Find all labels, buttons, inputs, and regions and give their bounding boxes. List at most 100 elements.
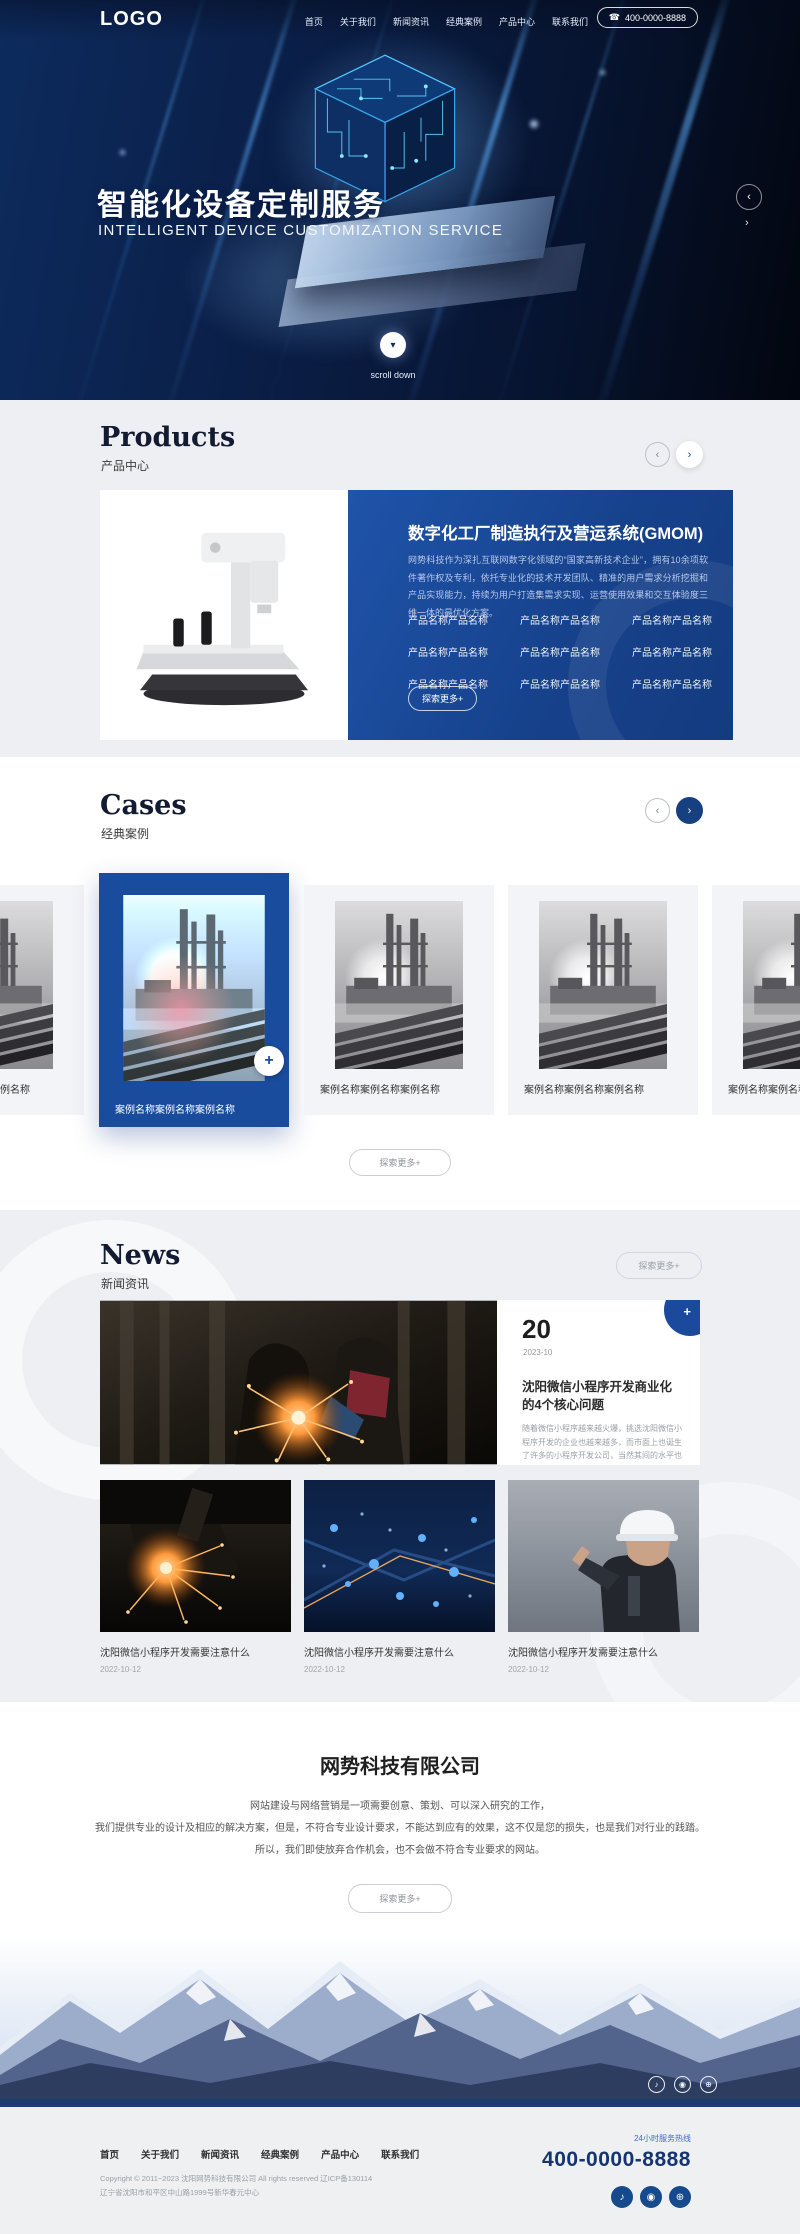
news-title-en: News	[100, 1240, 180, 1271]
footer-nav-products[interactable]: 产品中心	[321, 2147, 359, 2161]
douyin-icon[interactable]: ♪	[648, 2076, 665, 2093]
products-next-button[interactable]: ›	[676, 441, 703, 468]
product-link[interactable]: 产品名称产品名称	[520, 644, 632, 659]
cases-title-cn: 经典案例	[101, 825, 149, 842]
hero-next-button[interactable]: ›	[745, 217, 749, 229]
news-card-title: 沈阳微信小程序开发需要注意什么	[100, 1644, 291, 1659]
header-phone-button[interactable]: ☎ 400-0000-8888	[597, 7, 698, 28]
footer-nav-cases[interactable]: 经典案例	[261, 2147, 299, 2161]
product-name-grid: 产品名称产品名称 产品名称产品名称 产品名称产品名称 产品名称产品名称 产品名称…	[408, 612, 733, 691]
hero-prev-button[interactable]: ‹	[736, 184, 762, 210]
news-card-title: 沈阳微信小程序开发需要注意什么	[304, 1644, 495, 1659]
share-icon[interactable]: ⊕	[669, 2186, 691, 2208]
nav-item-products[interactable]: 产品中心	[499, 15, 535, 28]
plus-icon[interactable]: +	[683, 1304, 691, 1319]
case-card[interactable]: 案例名称案例名称案例名称	[0, 885, 84, 1115]
footer-nav-news[interactable]: 新闻资讯	[201, 2147, 239, 2161]
case-title: 案例名称案例名称案例名称	[728, 1081, 800, 1096]
case-card-active[interactable]: 案例名称案例名称案例名称 +	[99, 873, 289, 1127]
news-image	[508, 1480, 699, 1632]
footer-nav-about[interactable]: 关于我们	[141, 2147, 179, 2161]
scroll-down-button[interactable]: ▾	[380, 332, 406, 358]
header-phone-number: 400-0000-8888	[625, 13, 686, 23]
product-link[interactable]: 产品名称产品名称	[632, 676, 733, 691]
news-title-cn: 新闻资讯	[101, 1275, 149, 1292]
company-intro: 网站建设与网络营销是一项需要创意、策划、可以深入研究的工作， 我们提供专业的设计…	[0, 1796, 800, 1862]
nav-item-home[interactable]: 首页	[305, 15, 323, 28]
douyin-icon[interactable]: ♪	[611, 2186, 633, 2208]
plus-icon[interactable]: +	[254, 1046, 284, 1076]
featured-news-date: 2023-10	[523, 1348, 552, 1357]
share-icon[interactable]: ⊕	[700, 2076, 717, 2093]
mountain-social-icons: ♪ ◉ ⊕	[648, 2076, 717, 2093]
featured-news-image[interactable]	[100, 1300, 497, 1465]
intro-line: 网站建设与网络营销是一项需要创意、策划、可以深入研究的工作，	[0, 1796, 800, 1818]
cases-prev-button[interactable]: ‹	[645, 798, 670, 823]
product-link[interactable]: 产品名称产品名称	[632, 644, 733, 659]
cases-next-button[interactable]: ›	[676, 797, 703, 824]
product-name: 数字化工厂制造执行及营运系统(GMOM)	[408, 520, 703, 544]
news-card-date: 2022-10-12	[508, 1665, 699, 1674]
news-card[interactable]: 沈阳微信小程序开发需要注意什么 2022-10-12	[304, 1480, 495, 1674]
bokeh-dot	[530, 120, 538, 128]
flare-overlay	[126, 955, 236, 1065]
nav-item-cases[interactable]: 经典案例	[446, 15, 482, 28]
featured-news-day: 20	[522, 1314, 551, 1345]
chevron-left-icon: ‹	[747, 191, 751, 203]
products-section: Products 产品中心 ‹ › 数字化工厂制造执行及营运系统(GMOM) 网…	[0, 400, 800, 757]
intro-line: 我们提供专业的设计及相应的解决方案，但是，不符合专业设计要求，不能达到应有的效果…	[0, 1818, 800, 1840]
footer-nav: 首页 关于我们 新闻资讯 经典案例 产品中心 联系我们	[100, 2147, 419, 2161]
footer-nav-contact[interactable]: 联系我们	[381, 2147, 419, 2161]
case-card[interactable]: 案例名称案例名称案例名称	[712, 885, 800, 1115]
main-nav: 首页 关于我们 新闻资讯 经典案例 产品中心 联系我们	[305, 15, 588, 28]
news-section: News 新闻资讯 探索更多+ + 20 2023-10 沈阳微信小程序开发商业…	[0, 1210, 800, 1702]
bokeh-dot	[600, 70, 605, 75]
company-name: 网势科技有限公司	[0, 1750, 800, 1779]
product-link[interactable]: 产品名称产品名称	[632, 612, 733, 627]
news-card-title: 沈阳微信小程序开发需要注意什么	[508, 1644, 699, 1659]
case-title: 案例名称案例名称案例名称	[0, 1081, 30, 1096]
hero-section: LOGO 首页 关于我们 新闻资讯 经典案例 产品中心 联系我们 ☎ 400-0…	[0, 0, 800, 400]
footer-nav-home[interactable]: 首页	[100, 2147, 119, 2161]
mountain-image	[0, 1935, 800, 2099]
case-image	[728, 901, 800, 1069]
featured-news-title: 沈阳微信小程序开发商业化的4个核心问题	[522, 1378, 680, 1414]
about-more-button[interactable]: 探索更多+	[348, 1884, 452, 1913]
case-card[interactable]: 案例名称案例名称案例名称	[508, 885, 698, 1115]
featured-news-card[interactable]: + 20 2023-10 沈阳微信小程序开发商业化的4个核心问题 随着微信小程序…	[497, 1300, 700, 1465]
product-link[interactable]: 产品名称产品名称	[520, 676, 632, 691]
products-more-button[interactable]: 探索更多+	[408, 686, 477, 711]
hotline-label: 24小时服务热线	[634, 2133, 691, 2144]
nav-item-about[interactable]: 关于我们	[340, 15, 376, 28]
site-logo[interactable]: LOGO	[100, 8, 163, 31]
news-card[interactable]: 沈阳微信小程序开发需要注意什么 2022-10-12	[100, 1480, 291, 1674]
product-link[interactable]: 产品名称产品名称	[408, 644, 520, 659]
product-link[interactable]: 产品名称产品名称	[520, 612, 632, 627]
weibo-icon[interactable]: ◉	[674, 2076, 691, 2093]
product-image-panel[interactable]	[100, 490, 348, 740]
about-section: 网势科技有限公司 网站建设与网络营销是一项需要创意、策划、可以深入研究的工作， …	[0, 1702, 800, 2107]
case-image	[524, 901, 682, 1069]
nav-item-news[interactable]: 新闻资讯	[393, 15, 429, 28]
products-title-cn: 产品中心	[101, 457, 149, 474]
news-more-button[interactable]: 探索更多+	[616, 1252, 702, 1279]
light-streak	[584, 0, 744, 400]
featured-news-excerpt: 随着微信小程序越来越火爆，挑选沈阳微信小程序开发的企业也越来越多，而市面上也诞生…	[522, 1422, 682, 1465]
bokeh-dot	[120, 150, 125, 155]
case-image	[116, 895, 272, 1081]
cases-more-button[interactable]: 探索更多+	[349, 1149, 451, 1176]
products-title-en: Products	[100, 422, 235, 453]
copyright-text: Copyright © 2011~2023 沈阳网势科技有限公司 All rig…	[100, 2173, 372, 2184]
product-link[interactable]: 产品名称产品名称	[408, 612, 520, 627]
case-image	[320, 901, 478, 1069]
news-card[interactable]: 沈阳微信小程序开发需要注意什么 2022-10-12	[508, 1480, 699, 1674]
weibo-icon[interactable]: ◉	[640, 2186, 662, 2208]
case-title: 案例名称案例名称案例名称	[524, 1081, 644, 1096]
products-prev-button[interactable]: ‹	[645, 442, 670, 467]
nav-item-contact[interactable]: 联系我们	[552, 15, 588, 28]
product-detail-panel: 数字化工厂制造执行及营运系统(GMOM) 网势科技作为深扎互联网数字化领域的“国…	[348, 490, 733, 740]
case-card[interactable]: 案例名称案例名称案例名称	[304, 885, 494, 1115]
page: LOGO 首页 关于我们 新闻资讯 经典案例 产品中心 联系我们 ☎ 400-0…	[0, 0, 800, 2234]
hero-title: 智能化设备定制服务	[97, 180, 385, 224]
chevron-right-icon: ›	[688, 805, 692, 817]
